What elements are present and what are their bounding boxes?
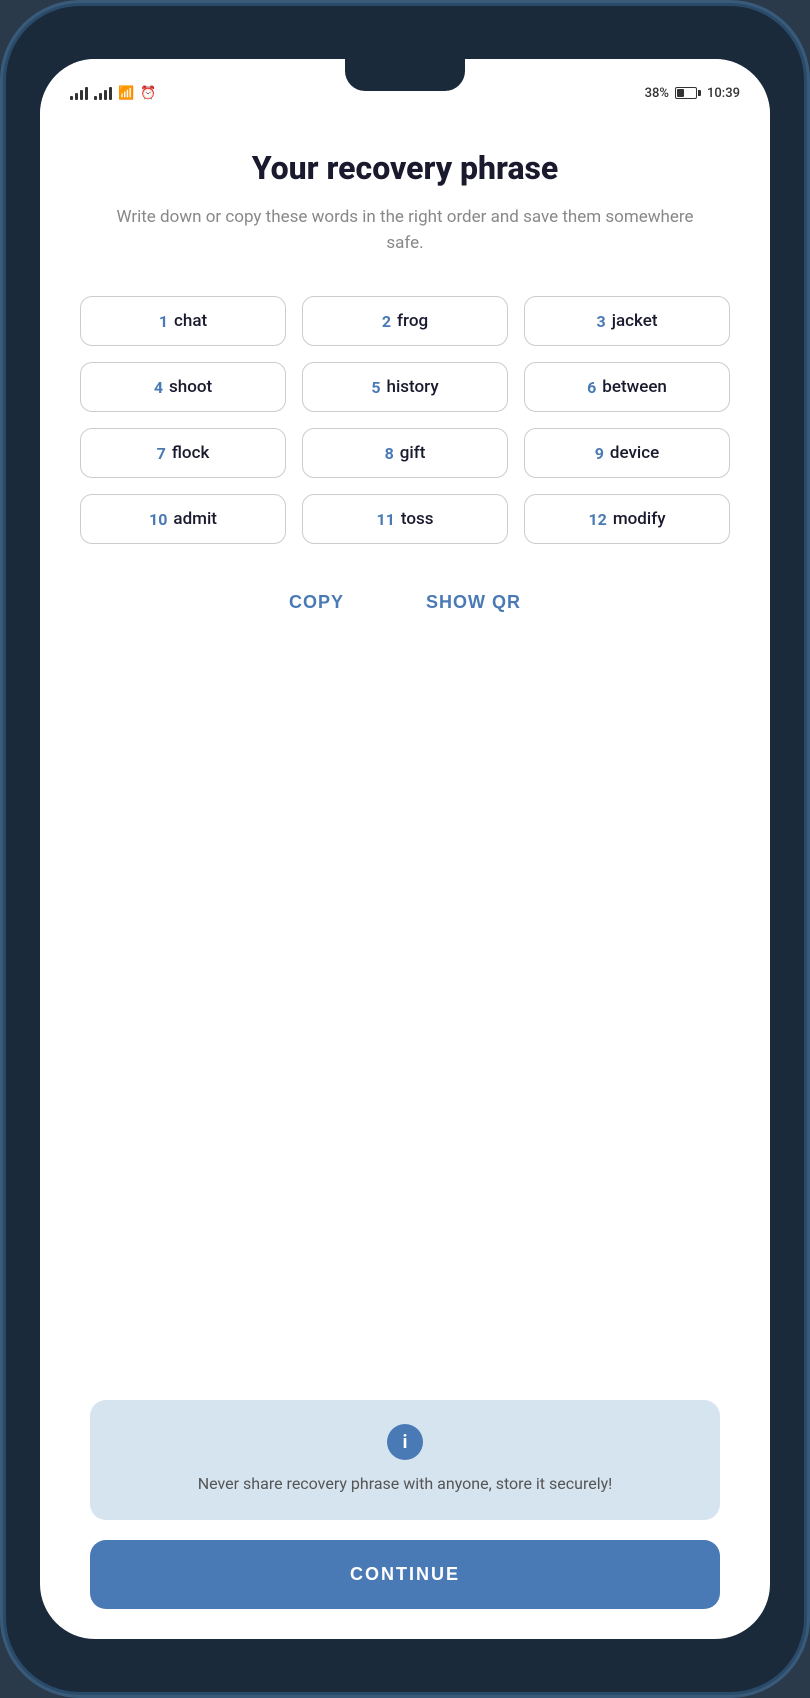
word-label: chat: [174, 311, 207, 331]
status-left: 📶 ⏰: [70, 86, 156, 101]
word-chip: 1 chat: [80, 296, 286, 346]
phone-frame: 📶 ⏰ 38% 10:39 Your recovery phrase Write…: [0, 0, 810, 1698]
word-label: modify: [613, 509, 666, 529]
bottom-area: i Never share recovery phrase with anyon…: [80, 1400, 730, 1639]
word-chip: 12 modify: [524, 494, 730, 544]
word-number: 9: [595, 444, 604, 463]
clock: 10:39: [707, 86, 740, 101]
info-icon: i: [387, 1424, 423, 1460]
copy-button[interactable]: COPY: [273, 584, 360, 621]
word-chip: 7 flock: [80, 428, 286, 478]
action-row: COPY SHOW QR: [80, 584, 730, 621]
word-chip: 10 admit: [80, 494, 286, 544]
battery-icon: [675, 87, 701, 99]
word-grid: 1 chat 2 frog 3 jacket 4 shoot 5 history 6 between 7…: [80, 296, 730, 544]
word-label: history: [387, 377, 439, 397]
alarm-icon: ⏰: [140, 86, 156, 101]
word-number: 6: [587, 378, 596, 397]
info-box: i Never share recovery phrase with anyon…: [90, 1400, 720, 1520]
word-label: shoot: [169, 377, 212, 397]
word-chip: 9 device: [524, 428, 730, 478]
word-chip: 8 gift: [302, 428, 508, 478]
word-number: 12: [588, 510, 606, 529]
phone-screen: 📶 ⏰ 38% 10:39 Your recovery phrase Write…: [40, 59, 770, 1639]
word-number: 11: [377, 510, 395, 529]
show-qr-button[interactable]: SHOW QR: [410, 584, 537, 621]
word-number: 10: [149, 510, 167, 529]
info-text: Never share recovery phrase with anyone,…: [198, 1472, 613, 1496]
word-number: 8: [385, 444, 394, 463]
continue-button[interactable]: CONTINUE: [90, 1540, 720, 1609]
word-label: toss: [401, 509, 434, 529]
word-number: 5: [371, 378, 380, 397]
page-subtitle: Write down or copy these words in the ri…: [80, 205, 730, 256]
word-label: frog: [397, 311, 428, 331]
word-chip: 3 jacket: [524, 296, 730, 346]
word-number: 1: [159, 312, 168, 331]
word-number: 4: [154, 378, 163, 397]
word-label: admit: [173, 509, 217, 529]
word-label: gift: [400, 443, 426, 463]
word-chip: 11 toss: [302, 494, 508, 544]
word-number: 7: [157, 444, 166, 463]
signal-bars-1: [70, 86, 88, 100]
wifi-icon: 📶: [118, 86, 134, 101]
notch: [345, 59, 465, 91]
main-content: Your recovery phrase Write down or copy …: [40, 119, 770, 1639]
signal-bars-2: [94, 86, 112, 100]
word-label: jacket: [612, 311, 658, 331]
word-chip: 5 history: [302, 362, 508, 412]
page-title: Your recovery phrase: [80, 149, 730, 187]
word-chip: 4 shoot: [80, 362, 286, 412]
word-chip: 6 between: [524, 362, 730, 412]
word-number: 3: [597, 312, 606, 331]
battery-percent: 38%: [645, 86, 669, 101]
word-number: 2: [382, 312, 391, 331]
word-label: between: [602, 377, 667, 397]
word-label: device: [610, 443, 659, 463]
word-chip: 2 frog: [302, 296, 508, 346]
word-label: flock: [172, 443, 209, 463]
status-right: 38% 10:39: [645, 86, 740, 101]
